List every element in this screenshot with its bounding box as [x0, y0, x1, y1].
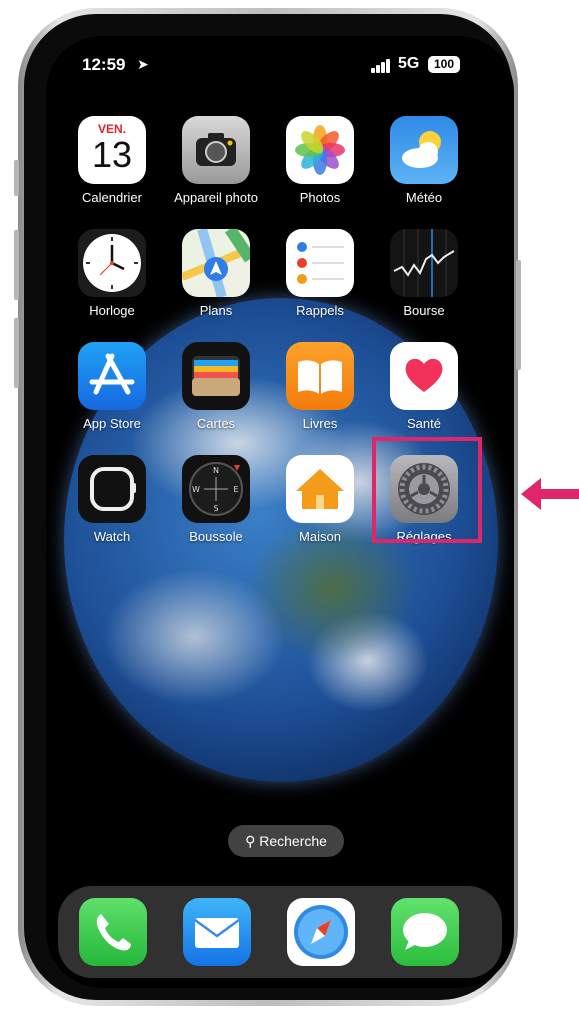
camera-icon: [182, 116, 250, 184]
search-label: Recherche: [259, 833, 327, 849]
location-arrow-icon: ➤: [137, 56, 149, 72]
photos-icon: [286, 116, 354, 184]
status-time: 12:59: [82, 55, 126, 74]
app-clock[interactable]: Horloge: [67, 229, 157, 318]
app-label: Livres: [302, 416, 338, 431]
pointer-arrow-icon: [521, 478, 579, 510]
app-watch[interactable]: Watch: [67, 455, 157, 544]
app-camera[interactable]: Appareil photo: [171, 116, 261, 205]
app-label: Watch: [93, 529, 131, 544]
app-stocks[interactable]: Bourse: [379, 229, 469, 318]
app-label: Bourse: [403, 303, 445, 318]
app-label: Photos: [299, 190, 341, 205]
svg-text:N: N: [213, 466, 219, 475]
compass-icon: N S W E: [182, 455, 250, 523]
app-label: Horloge: [89, 303, 135, 318]
svg-text:W: W: [192, 485, 200, 494]
volume-down-button: [14, 318, 19, 388]
health-icon: [390, 342, 458, 410]
home-icon: [286, 455, 354, 523]
stocks-icon: [390, 229, 458, 297]
app-photos[interactable]: Photos: [275, 116, 365, 205]
app-wallet[interactable]: Cartes: [171, 342, 261, 431]
app-health[interactable]: Santé: [379, 342, 469, 431]
app-label: Calendrier: [82, 190, 142, 205]
dock: [58, 886, 502, 978]
app-label: App Store: [83, 416, 141, 431]
mail-icon[interactable]: [183, 898, 251, 966]
status-bar: 12:59 ➤ 5G 100: [46, 52, 514, 82]
spotlight-search-button[interactable]: ⚲ Recherche: [228, 825, 344, 857]
app-maps[interactable]: Plans: [171, 229, 261, 318]
svg-text:S: S: [213, 504, 218, 513]
books-icon: [286, 342, 354, 410]
search-icon: ⚲: [245, 833, 256, 849]
cellular-signal-icon: [371, 59, 393, 73]
calendar-date: 13: [91, 134, 133, 175]
volume-up-button: [14, 230, 19, 300]
app-label: Rappels: [296, 303, 344, 318]
app-label: Météo: [405, 190, 443, 205]
app-weather[interactable]: Météo: [379, 116, 469, 205]
app-label: Boussole: [189, 529, 243, 544]
weather-icon: [390, 116, 458, 184]
app-home[interactable]: Maison: [275, 455, 365, 544]
reminders-icon: [286, 229, 354, 297]
app-label: Appareil photo: [174, 190, 258, 205]
maps-icon: [182, 229, 250, 297]
app-compass[interactable]: N S W E Boussole: [171, 455, 261, 544]
wallet-icon: [182, 342, 250, 410]
app-store-icon: [78, 342, 146, 410]
network-type: 5G: [398, 55, 420, 72]
app-reminders[interactable]: Rappels: [275, 229, 365, 318]
calendar-icon: VEN. 13: [78, 116, 146, 184]
phone-icon[interactable]: [79, 898, 147, 966]
battery-level: 100: [433, 57, 455, 71]
watch-icon: [78, 455, 146, 523]
power-button: [516, 260, 521, 370]
app-calendar[interactable]: VEN. 13 Calendrier: [67, 116, 157, 205]
settings-highlight-box: [372, 437, 482, 543]
app-label: Maison: [299, 529, 341, 544]
app-label: Plans: [199, 303, 233, 318]
messages-icon[interactable]: [391, 898, 459, 966]
app-label: Cartes: [196, 416, 236, 431]
battery-icon: 100: [428, 56, 460, 73]
app-books[interactable]: Livres: [275, 342, 365, 431]
svg-text:E: E: [233, 485, 238, 494]
app-label: Santé: [407, 416, 441, 431]
silent-switch: [14, 160, 19, 196]
clock-icon: [78, 229, 146, 297]
app-app-store[interactable]: App Store: [67, 342, 157, 431]
safari-icon[interactable]: [287, 898, 355, 966]
